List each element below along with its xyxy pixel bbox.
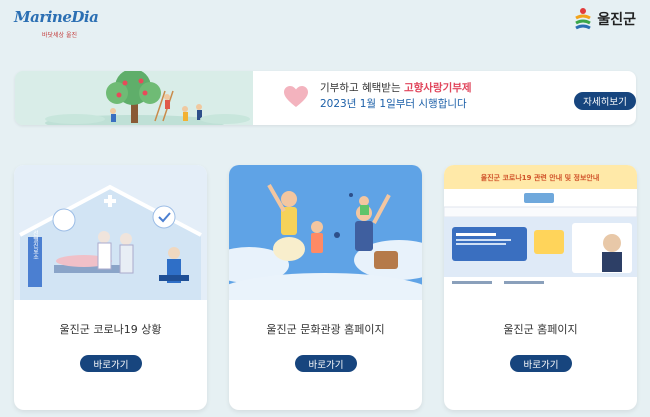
heart-icon — [284, 86, 308, 107]
card-covid-go-button[interactable]: 바로가기 — [80, 355, 142, 372]
card-homepage-title: 울진군 홈페이지 — [503, 323, 578, 336]
site-header: MarineDia 바닷세상 울진 울진군 — [0, 0, 650, 52]
covid-clinic-illustration: 선별진료소 — [14, 165, 207, 300]
uljin-logo[interactable]: 울진군 — [573, 4, 636, 34]
marinedia-logo-text: MarineDia — [14, 8, 99, 26]
banner-highlight: 고향사랑기부제 — [403, 82, 472, 94]
card-tourism[interactable]: 울진군 문화관광 홈페이지 바로가기 — [229, 165, 422, 410]
thumb-banner-text: 울진군 코로나19 관련 안내 및 정보안내 — [481, 173, 600, 182]
card-covid-title: 울진군 코로나19 상황 — [59, 323, 162, 336]
card-tourism-title: 울진군 문화관광 홈페이지 — [266, 323, 385, 336]
banner-line1: 기부하고 혜택받는 고향사랑기부제 — [320, 82, 472, 94]
uljin-logo-text: 울진군 — [597, 12, 636, 28]
hometown-donation-banner: 기부하고 혜택받는 고향사랑기부제 2023년 1월 1일부터 시행합니다 자세… — [15, 71, 636, 125]
clinic-sign: 선별진료소 — [32, 229, 39, 260]
card-covid[interactable]: 선별진료소 울진군 코로나19 상황 바로가기 — [14, 165, 207, 410]
card-tourism-go-button[interactable]: 바로가기 — [295, 355, 357, 372]
view-details-button[interactable]: 자세히보기 — [574, 92, 636, 110]
homepage-screenshot-thumbnail: 울진군 코로나19 관련 안내 및 정보안내 — [444, 165, 637, 300]
tourism-travelers-illustration — [229, 165, 422, 300]
marinedia-logo-sub: 바닷세상 울진 — [42, 32, 78, 39]
uljin-emblem-icon — [575, 8, 592, 30]
card-homepage[interactable]: 울진군 코로나19 관련 안내 및 정보안내 울진군 홈페이지 바로가기 — [444, 165, 637, 410]
marinedia-logo[interactable]: MarineDia 바닷세상 울진 — [14, 6, 104, 42]
banner-line2: 2023년 1월 1일부터 시행합니다 — [320, 98, 467, 110]
card-homepage-go-button[interactable]: 바로가기 — [510, 355, 572, 372]
donation-tree-illustration — [15, 71, 253, 125]
